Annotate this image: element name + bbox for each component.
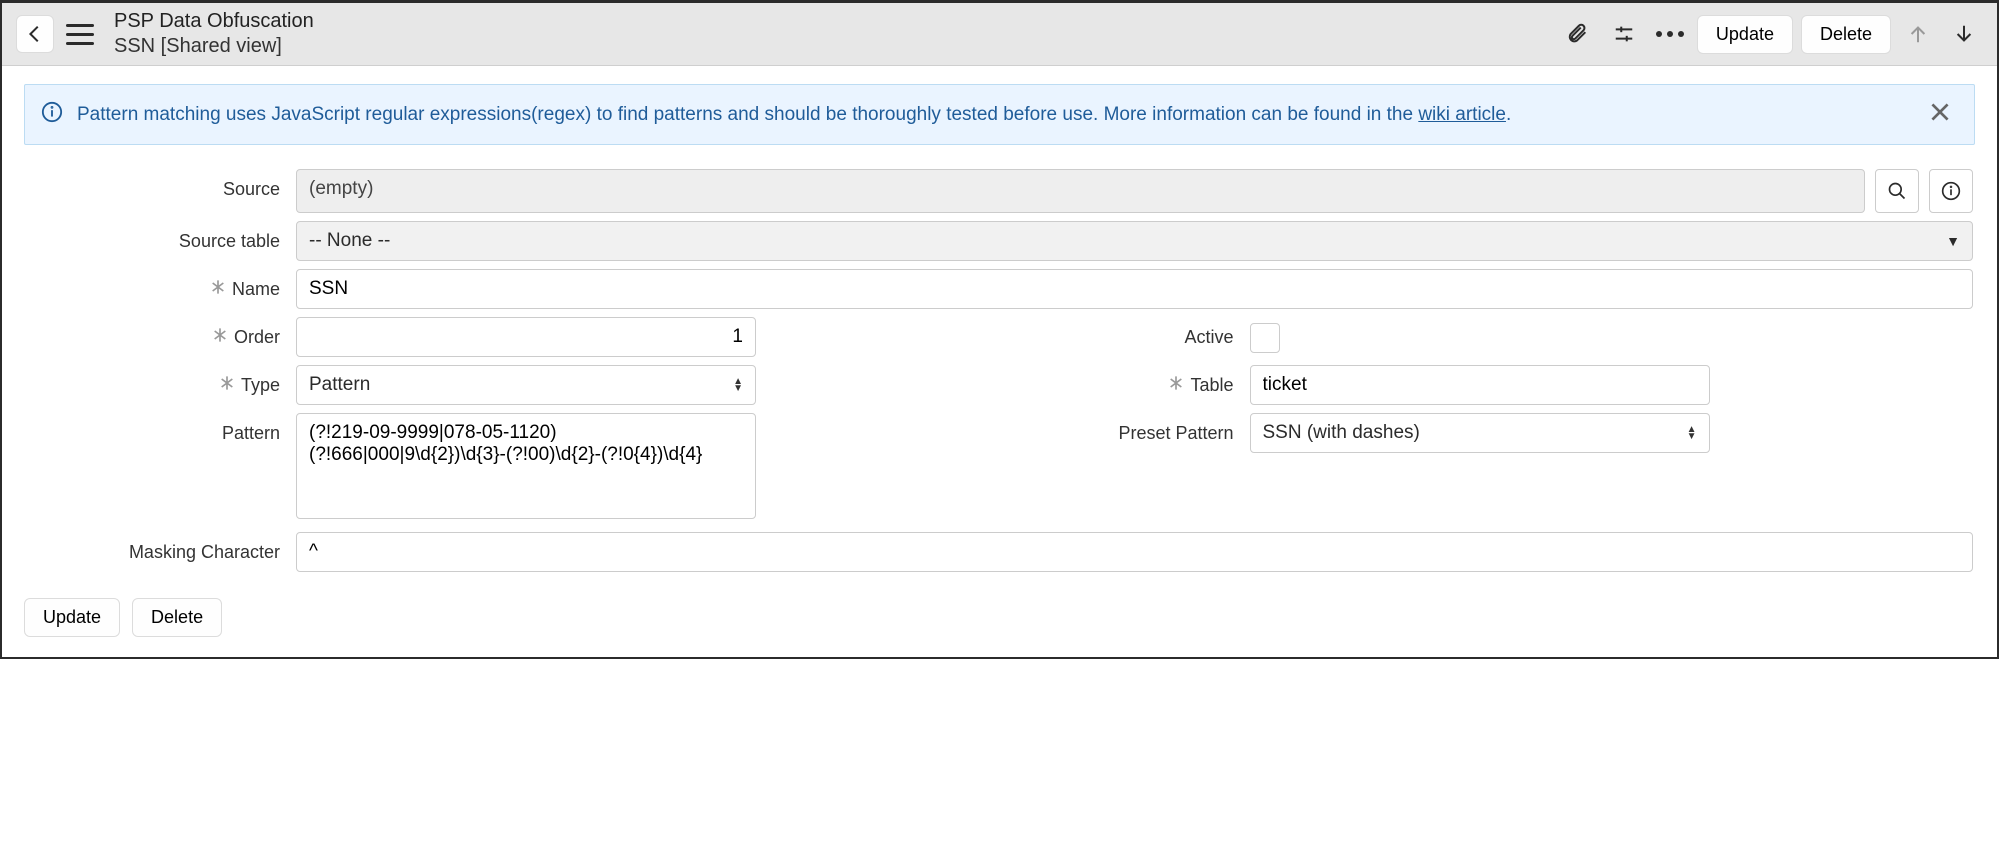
footer-update-button[interactable]: Update [24, 598, 120, 637]
preset-pattern-label: Preset Pattern [1000, 413, 1250, 444]
pattern-label: Pattern [26, 413, 296, 444]
arrow-down-icon [1953, 23, 1975, 45]
search-icon [1887, 181, 1907, 201]
source-field[interactable]: (empty) [296, 169, 1865, 213]
footer-delete-button[interactable]: Delete [132, 598, 222, 637]
page-title: PSP Data Obfuscation [114, 9, 314, 34]
source-info-button[interactable] [1929, 169, 1973, 213]
form-header: PSP Data Obfuscation SSN [Shared view] U… [2, 3, 1997, 66]
back-button[interactable] [16, 15, 54, 53]
update-button[interactable]: Update [1697, 15, 1793, 54]
preset-pattern-select[interactable]: SSN (with dashes) ▲▼ [1250, 413, 1710, 453]
info-icon [1941, 181, 1961, 201]
more-options-icon [1656, 31, 1684, 37]
arrow-up-icon [1907, 23, 1929, 45]
sliders-icon [1613, 23, 1635, 45]
previous-record-button[interactable] [1899, 15, 1937, 53]
close-icon [1927, 99, 1953, 125]
updown-icon: ▲▼ [733, 378, 743, 392]
source-label: Source [26, 169, 296, 200]
attachments-button[interactable] [1559, 15, 1597, 53]
table-label: Table [1000, 365, 1250, 396]
page-subtitle: SSN [Shared view] [114, 34, 314, 59]
form-body: Source (empty) Source table -- None -- ▼ [2, 159, 1997, 588]
table-field[interactable] [1250, 365, 1710, 405]
more-options-button[interactable] [1651, 15, 1689, 53]
order-label: Order [26, 317, 296, 348]
info-icon [41, 101, 63, 128]
name-field[interactable] [296, 269, 1973, 309]
delete-button[interactable]: Delete [1801, 15, 1891, 54]
wiki-link[interactable]: wiki article [1418, 104, 1506, 125]
active-label: Active [1000, 317, 1250, 348]
type-select[interactable]: Pattern ▲▼ [296, 365, 756, 405]
required-icon [1168, 375, 1184, 396]
masking-char-field[interactable] [296, 532, 1973, 572]
active-checkbox[interactable] [1250, 323, 1280, 353]
source-lookup-button[interactable] [1875, 169, 1919, 213]
required-icon [219, 375, 235, 396]
name-label: Name [26, 269, 296, 300]
type-label: Type [26, 365, 296, 396]
source-table-select[interactable]: -- None -- ▼ [296, 221, 1973, 261]
info-message: Pattern matching uses JavaScript regular… [77, 104, 1922, 126]
pattern-field[interactable]: (?!219-09-9999|078-05-1120)(?!666|000|9\… [296, 413, 756, 519]
info-banner: Pattern matching uses JavaScript regular… [24, 84, 1975, 145]
menu-button[interactable] [64, 18, 96, 50]
required-icon [212, 327, 228, 348]
chevron-down-icon: ▼ [1946, 233, 1960, 249]
source-table-label: Source table [26, 221, 296, 252]
personalize-form-button[interactable] [1605, 15, 1643, 53]
close-info-button[interactable] [1922, 99, 1958, 130]
required-icon [210, 279, 226, 300]
order-field[interactable] [296, 317, 756, 357]
paperclip-icon [1567, 23, 1589, 45]
next-record-button[interactable] [1945, 15, 1983, 53]
updown-icon: ▲▼ [1687, 426, 1697, 440]
title-block: PSP Data Obfuscation SSN [Shared view] [114, 9, 314, 59]
chevron-left-icon [24, 23, 46, 45]
form-footer: Update Delete [2, 588, 1997, 657]
masking-char-label: Masking Character [26, 532, 296, 563]
